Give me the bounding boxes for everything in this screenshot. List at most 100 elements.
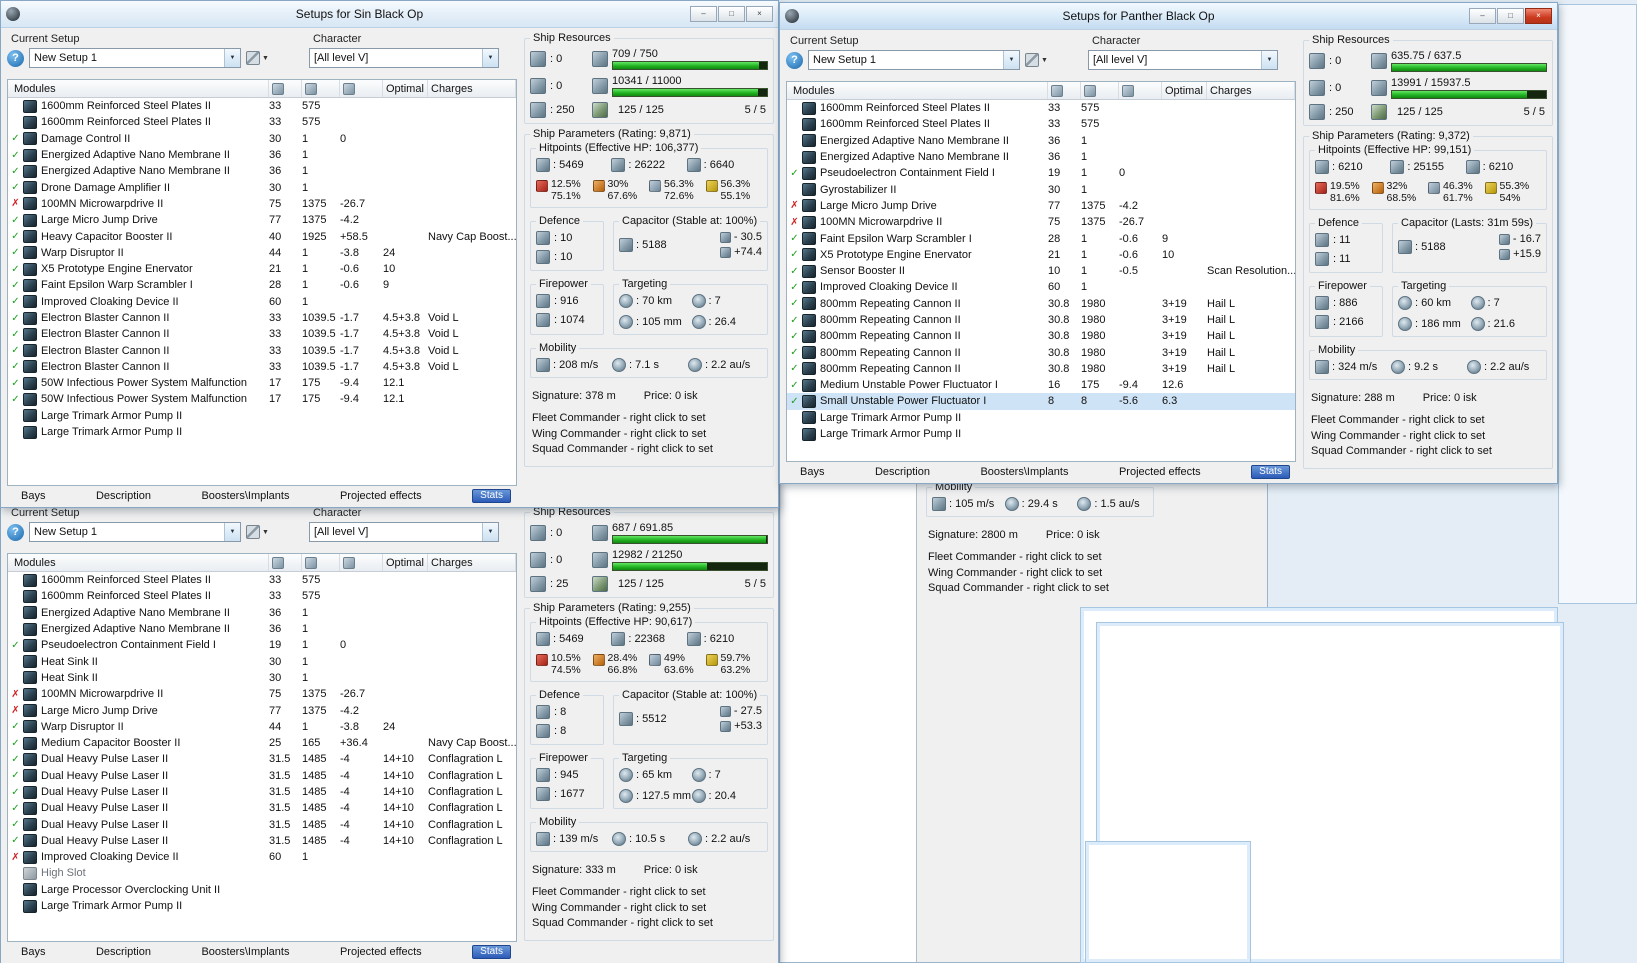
squad-commander-setting[interactable]: Squad Commander - right click to set (532, 916, 768, 932)
wing-commander-setting[interactable]: Wing Commander - right click to set (1311, 429, 1547, 445)
setup-select[interactable]: New Setup 1 ▼ (29, 48, 241, 68)
setup-select[interactable]: New Setup 1 ▼ (29, 522, 241, 542)
capacitor-column-header[interactable] (340, 554, 383, 571)
optimal-column-header[interactable]: Optimal (383, 554, 428, 571)
squad-commander-setting[interactable]: Squad Commander - right click to set (928, 581, 1154, 597)
character-select[interactable]: [All level V] ▼ (1087, 50, 1278, 70)
minimize-button[interactable]: – (690, 6, 717, 22)
module-row[interactable]: Medium Capacitor Booster II 25 165 +36.4… (8, 735, 516, 751)
module-row[interactable]: Large Micro Jump Drive 77 1375 -4.2 (787, 198, 1295, 214)
module-row[interactable]: Dual Heavy Pulse Laser II 31.5 1485 -4 1… (8, 816, 516, 832)
module-row[interactable]: Large Micro Jump Drive 77 1375 -4.2 (8, 212, 516, 228)
module-row[interactable]: Warp Disruptor II 44 1 -3.8 24 (8, 245, 516, 261)
tab-bays[interactable]: Bays (21, 490, 45, 502)
module-row[interactable]: Energized Adaptive Nano Membrane II 36 1 (8, 621, 516, 637)
optimal-column-header[interactable]: Optimal (1162, 82, 1207, 99)
module-row[interactable]: 800mm Repeating Cannon II 30.8 1980 3+19… (787, 296, 1295, 312)
module-row[interactable]: Heavy Capacitor Booster II 40 1925 +58.5… (8, 228, 516, 244)
tab-stats[interactable]: Stats (472, 945, 511, 959)
module-row[interactable]: Energized Adaptive Nano Membrane II 36 1 (787, 149, 1295, 165)
squad-commander-setting[interactable]: Squad Commander - right click to set (532, 442, 768, 458)
fleet-commander-setting[interactable]: Fleet Commander - right click to set (532, 411, 768, 427)
module-row[interactable]: Heat Sink II 30 1 (8, 670, 516, 686)
module-row[interactable]: Energized Adaptive Nano Membrane II 36 1 (8, 147, 516, 163)
module-row[interactable]: Sensor Booster II 10 1 -0.5 Scan Resolut… (787, 263, 1295, 279)
maximize-button[interactable]: □ (718, 6, 745, 22)
module-row[interactable]: Dual Heavy Pulse Laser II 31.5 1485 -4 1… (8, 768, 516, 784)
module-row[interactable]: Improved Cloaking Device II 60 1 (8, 294, 516, 310)
tab-bays[interactable]: Bays (21, 946, 45, 958)
background-window-frame[interactable] (1558, 4, 1637, 604)
tab-boosters-implants[interactable]: Boosters\Implants (201, 946, 289, 958)
module-row[interactable]: Large Micro Jump Drive 77 1375 -4.2 (8, 702, 516, 718)
tab-description[interactable]: Description (96, 946, 151, 958)
module-row[interactable]: 800mm Repeating Cannon II 30.8 1980 3+19… (787, 328, 1295, 344)
capacitor-column-header[interactable] (1119, 82, 1162, 99)
squad-commander-setting[interactable]: Squad Commander - right click to set (1311, 444, 1547, 460)
module-row[interactable]: Electron Blaster Cannon II 33 1039.5 -1.… (8, 359, 516, 375)
module-row[interactable]: Drone Damage Amplifier II 30 1 (8, 179, 516, 195)
wing-commander-setting[interactable]: Wing Commander - right click to set (928, 566, 1154, 582)
module-row[interactable]: 100MN Microwarpdrive II 75 1375 -26.7 (8, 196, 516, 212)
setup-tools-button[interactable]: ▼ (1025, 53, 1048, 67)
module-row[interactable]: 800mm Repeating Cannon II 30.8 1980 3+19… (787, 312, 1295, 328)
capacitor-column-header[interactable] (340, 80, 383, 97)
module-row[interactable]: Improved Cloaking Device II 60 1 (787, 279, 1295, 295)
help-icon[interactable]: ? (7, 523, 24, 541)
module-row[interactable]: Electron Blaster Cannon II 33 1039.5 -1.… (8, 342, 516, 358)
powergrid-column-header[interactable] (302, 554, 340, 571)
close-button[interactable]: × (1525, 8, 1552, 24)
charges-column-header[interactable]: Charges (1207, 82, 1295, 99)
module-row[interactable]: Large Processor Overclocking Unit II (8, 882, 516, 898)
module-row[interactable]: Pseudoelectron Containment Field I 19 1 … (8, 637, 516, 653)
module-row[interactable]: Faint Epsilon Warp Scrambler I 28 1 -0.6… (8, 277, 516, 293)
wing-commander-setting[interactable]: Wing Commander - right click to set (532, 901, 768, 917)
charges-column-header[interactable]: Charges (428, 80, 516, 97)
cpu-column-header[interactable] (269, 554, 302, 571)
maximize-button[interactable]: □ (1497, 8, 1524, 24)
module-row[interactable]: 1600mm Reinforced Steel Plates II 33 575 (8, 114, 516, 130)
powergrid-column-header[interactable] (1081, 82, 1119, 99)
module-row[interactable]: Dual Heavy Pulse Laser II 31.5 1485 -4 1… (8, 784, 516, 800)
module-row[interactable]: Small Unstable Power Fluctuator I 8 8 -5… (787, 393, 1295, 410)
module-row[interactable]: 50W Infectious Power System Malfunction … (8, 391, 516, 407)
module-row[interactable]: Dual Heavy Pulse Laser II 31.5 1485 -4 1… (8, 751, 516, 767)
modules-column-header[interactable]: Modules (787, 82, 1048, 99)
module-row[interactable]: 100MN Microwarpdrive II 75 1375 -26.7 (787, 214, 1295, 230)
module-row[interactable]: Medium Unstable Power Fluctuator I 16 17… (787, 377, 1295, 393)
setup-tools-button[interactable]: ▼ (246, 525, 269, 539)
help-icon[interactable]: ? (786, 51, 803, 69)
module-row[interactable]: Energized Adaptive Nano Membrane II 36 1 (787, 133, 1295, 149)
setup-select[interactable]: New Setup 1 ▼ (808, 50, 1020, 70)
module-row[interactable]: Large Trimark Armor Pump II (8, 408, 516, 424)
help-icon[interactable]: ? (7, 49, 24, 67)
module-row[interactable]: X5 Prototype Engine Enervator 21 1 -0.6 … (8, 261, 516, 277)
optimal-column-header[interactable]: Optimal (383, 80, 428, 97)
module-row[interactable]: Damage Control II 30 1 0 (8, 131, 516, 147)
module-row[interactable]: 100MN Microwarpdrive II 75 1375 -26.7 (8, 686, 516, 702)
tab-boosters-implants[interactable]: Boosters\Implants (980, 466, 1068, 478)
tab-projected-effects[interactable]: Projected effects (340, 490, 422, 502)
tab-stats[interactable]: Stats (1251, 465, 1290, 479)
character-select[interactable]: [All level V] ▼ (308, 522, 499, 542)
module-row[interactable]: Heat Sink II 30 1 (8, 653, 516, 669)
module-row[interactable]: 1600mm Reinforced Steel Plates II 33 575 (8, 98, 516, 114)
window-setups-sin-black-op[interactable]: Setups for Sin Black Op – □ × Current Se… (0, 0, 779, 508)
module-row[interactable]: Dual Heavy Pulse Laser II 31.5 1485 -4 1… (8, 833, 516, 849)
fleet-commander-setting[interactable]: Fleet Commander - right click to set (1311, 413, 1547, 429)
fleet-commander-setting[interactable]: Fleet Commander - right click to set (532, 885, 768, 901)
module-row[interactable]: Warp Disruptor II 44 1 -3.8 24 (8, 719, 516, 735)
tab-projected-effects[interactable]: Projected effects (340, 946, 422, 958)
window-setups-panther-black-op[interactable]: Setups for Panther Black Op – □ × Curren… (779, 2, 1558, 484)
module-row[interactable]: Pseudoelectron Containment Field I 19 1 … (787, 165, 1295, 181)
module-row[interactable]: Large Trimark Armor Pump II (787, 410, 1295, 426)
module-row[interactable]: Large Trimark Armor Pump II (8, 424, 516, 440)
tab-description[interactable]: Description (96, 490, 151, 502)
modules-column-header[interactable]: Modules (8, 80, 269, 97)
module-row[interactable]: High Slot (8, 865, 516, 881)
charges-column-header[interactable]: Charges (428, 554, 516, 571)
module-row[interactable]: Electron Blaster Cannon II 33 1039.5 -1.… (8, 326, 516, 342)
setup-tools-button[interactable]: ▼ (246, 51, 269, 65)
modules-column-header[interactable]: Modules (8, 554, 269, 571)
module-row[interactable]: Gyrostabilizer II 30 1 (787, 181, 1295, 197)
